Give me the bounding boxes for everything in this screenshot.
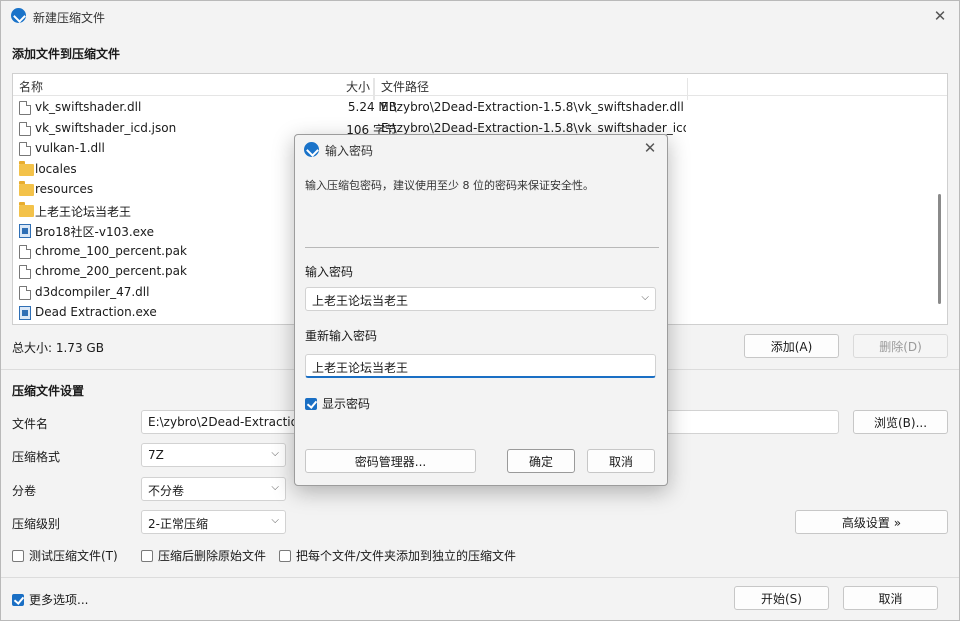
app-logo-icon [304,142,319,157]
level-select[interactable]: 2-正常压缩 ⌵ [141,510,286,534]
file-name: vulkan-1.dll [35,141,105,155]
file-list-header: 名称 大小 文件路径 [13,74,947,100]
checkbox-checked-icon [12,593,24,606]
chevron-down-icon[interactable]: ⌵ [641,292,649,303]
file-icon [19,142,31,156]
file-name: resources [35,182,94,196]
password-dialog: 输入密码 ✕ 输入压缩包密码，建议使用至少 8 位的密码来保证安全性。 输入密码… [294,134,668,486]
column-size[interactable]: 大小 [346,78,370,95]
divider [305,247,659,248]
split-value: 不分卷 [148,484,185,498]
separate-archives-checkbox[interactable]: 把每个文件/文件夹添加到独立的压缩文件 [279,547,516,564]
password-value: 上老王论坛当老王 [312,294,409,308]
delete-button[interactable]: 删除(D) [853,334,948,358]
start-button[interactable]: 开始(S) [734,586,829,610]
file-icon [19,101,31,115]
confirm-password-label: 重新输入密码 [305,329,378,343]
file-name: 上老王论坛当老王 [35,205,132,219]
chevron-down-icon: ⌵ [271,482,279,493]
checkbox-box [12,549,24,562]
file-icon [19,122,31,136]
file-name: chrome_200_percent.pak [35,264,187,278]
window-title: 新建压缩文件 [33,11,106,25]
files-section-title: 添加文件到压缩文件 [12,47,121,61]
file-icon [19,265,31,279]
column-separator [374,78,375,100]
chevron-down-icon: ⌵ [271,448,279,459]
advanced-settings-button[interactable]: 高级设置 » [795,510,948,534]
divider [1,577,959,578]
cancel-button[interactable]: 取消 [843,586,938,610]
format-select[interactable]: 7Z ⌵ [141,443,286,467]
close-icon[interactable]: ✕ [639,137,661,159]
exe-icon [19,224,31,238]
folder-icon [19,161,34,176]
checkbox-box [279,549,291,562]
checkbox-label: 把每个文件/文件夹添加到独立的压缩文件 [296,549,517,563]
column-separator [687,78,688,100]
column-path[interactable]: 文件路径 [381,78,429,95]
exe-icon [19,306,31,320]
split-select[interactable]: 不分卷 ⌵ [141,477,286,501]
file-name: chrome_100_percent.pak [35,244,187,258]
total-size: 总大小: 1.73 GB [12,341,104,355]
dialog-cancel-button[interactable]: 取消 [587,449,655,473]
test-archive-checkbox[interactable]: 测试压缩文件(T) [12,547,118,564]
password-select[interactable]: 上老王论坛当老王 ⌵ [305,287,656,311]
file-name: vk_swiftshader_icd.json [35,121,177,135]
show-password-checkbox[interactable]: 显示密码 [305,395,370,412]
file-icon [19,286,31,300]
folder-icon [19,202,34,217]
checkbox-label: 测试压缩文件(T) [29,549,118,563]
checkbox-label: 更多选项... [29,593,89,607]
dialog-title: 输入密码 [325,144,374,158]
browse-button[interactable]: 浏览(B)... [853,410,948,434]
password-label: 输入密码 [305,265,354,279]
file-icon [19,245,31,259]
checkbox-label: 压缩后删除原始文件 [158,549,267,563]
confirm-password-input[interactable]: 上老王论坛当老王 [305,354,656,378]
file-name: locales [35,162,77,176]
format-label: 压缩格式 [12,450,61,464]
app-logo-icon [11,8,26,23]
checkbox-checked-icon [305,397,317,410]
folder-icon [19,181,34,196]
chevron-down-icon: ⌵ [271,515,279,526]
level-value: 2-正常压缩 [148,517,208,531]
titlebar: 新建压缩文件 ✕ [1,1,959,31]
close-icon[interactable]: ✕ [929,5,951,27]
add-button[interactable]: 添加(A) [744,334,839,358]
delete-source-checkbox[interactable]: 压缩后删除原始文件 [141,547,266,564]
file-path: E:\zybro\2Dead-Extraction-1.5.8\vk_swift… [381,100,684,114]
file-path: E:\zybro\2Dead-Extraction-1.5.8\vk_swift… [381,121,686,135]
table-row[interactable]: vk_swiftshader.dll 5.24 MB E:\zybro\2Dea… [13,98,947,118]
file-name: d3dcompiler_47.dll [35,285,150,299]
dialog-info-text: 输入压缩包密码，建议使用至少 8 位的密码来保证安全性。 [305,179,594,192]
password-manager-button[interactable]: 密码管理器... [305,449,476,473]
column-name[interactable]: 名称 [19,78,43,95]
format-value: 7Z [148,448,164,462]
checkbox-box [141,549,153,562]
split-label: 分卷 [12,484,37,498]
settings-section-title: 压缩文件设置 [12,384,85,398]
file-name: Dead Extraction.exe [35,305,157,319]
ok-button[interactable]: 确定 [507,449,575,473]
file-name: Bro18社区-v103.exe [35,225,154,239]
filename-label: 文件名 [12,417,49,431]
level-label: 压缩级别 [12,517,61,531]
checkbox-label: 显示密码 [322,397,371,411]
scrollbar[interactable] [938,194,941,304]
file-name: vk_swiftshader.dll [35,100,142,114]
more-options-checkbox[interactable]: 更多选项... [12,591,88,608]
